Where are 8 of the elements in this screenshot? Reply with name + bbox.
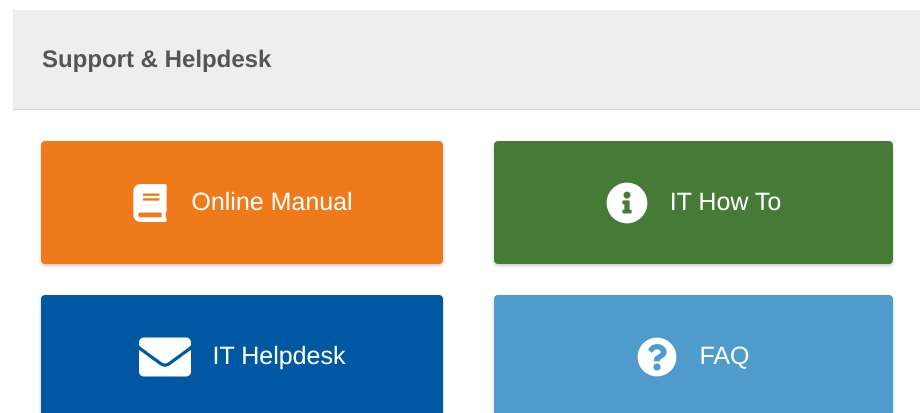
link-button[interactable]: IT How To [494, 141, 893, 264]
section-title: Support & Helpdesk [42, 46, 272, 74]
book-icon [131, 184, 170, 222]
link-button[interactable]: IT Helpdesk [41, 295, 443, 413]
info-icon [606, 182, 648, 224]
link-button[interactable]: Online Manual [41, 141, 443, 264]
help-icon [637, 336, 678, 376]
link-button[interactable]: FAQ [494, 295, 893, 413]
